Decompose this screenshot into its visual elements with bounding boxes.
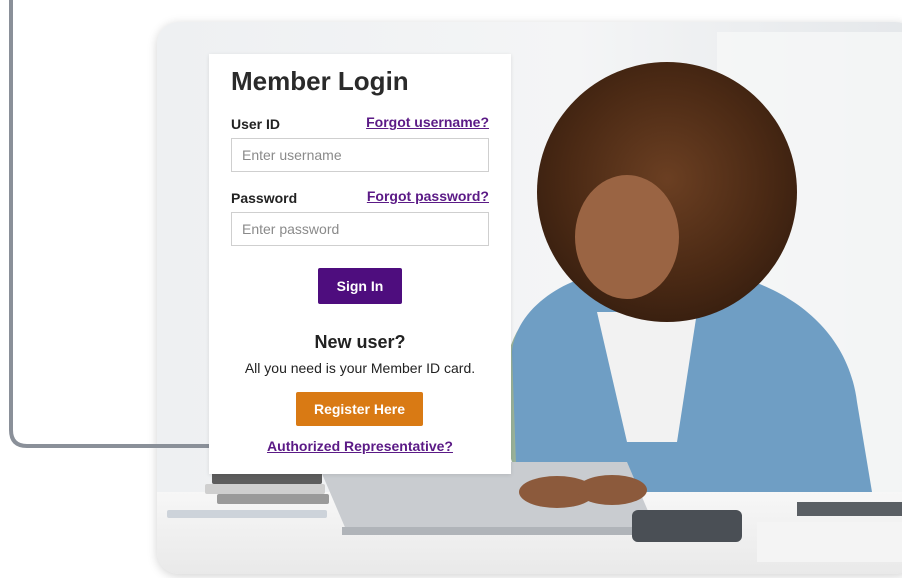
user-id-label: User ID bbox=[231, 116, 281, 132]
login-card: Member Login User ID Forgot username? Pa… bbox=[209, 54, 511, 474]
password-label: Password bbox=[231, 190, 298, 206]
username-input[interactable] bbox=[231, 138, 489, 172]
password-input[interactable] bbox=[231, 212, 489, 246]
authorized-representative-link[interactable]: Authorized Representative? bbox=[209, 438, 511, 454]
sign-in-button[interactable]: Sign In bbox=[318, 268, 402, 304]
register-button[interactable]: Register Here bbox=[296, 392, 423, 426]
forgot-username-link[interactable]: Forgot username? bbox=[366, 114, 489, 130]
forgot-password-link[interactable]: Forgot password? bbox=[367, 188, 489, 204]
page-title: Member Login bbox=[231, 66, 409, 96]
new-user-heading: New user? bbox=[314, 332, 406, 352]
new-user-text: All you need is your Member ID card. bbox=[244, 360, 476, 376]
page: Member Login User ID Forgot username? Pa… bbox=[0, 0, 902, 578]
